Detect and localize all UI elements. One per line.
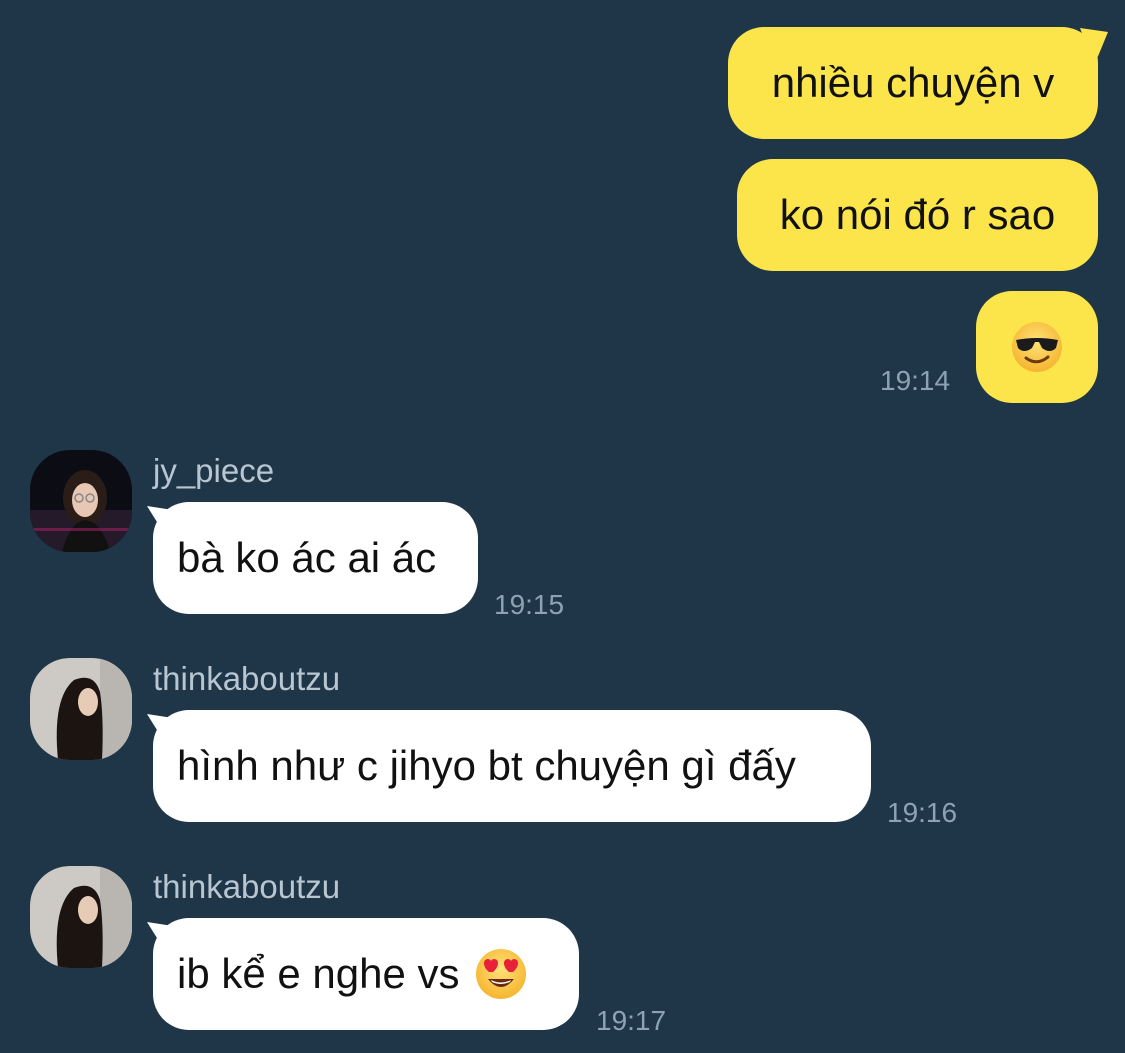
incoming-message[interactable]: bà ko ác ai ác (153, 502, 478, 614)
avatar-photo-icon (30, 450, 132, 552)
incoming-message[interactable]: ib kể e nghe vs (153, 918, 579, 1030)
message-timestamp: 19:15 (494, 589, 565, 620)
user-avatar[interactable] (30, 450, 132, 552)
message-text: ib kể e nghe vs (177, 950, 460, 997)
chat-thread: nhiều chuyện v ko nói đó r sao 19:14 jy_… (0, 0, 1125, 1053)
message-text: hình như c jihyo bt chuyện gì đấy (177, 742, 796, 789)
bubble-tail (1080, 28, 1108, 66)
outgoing-emoji-message[interactable] (976, 291, 1098, 403)
message-text: ko nói đó r sao (779, 191, 1056, 238)
message-timestamp: 19:14 (880, 365, 951, 396)
sender-username: jy_piece (153, 452, 275, 489)
sunglasses-face-emoji-icon (1012, 322, 1062, 372)
avatar-photo-icon (30, 658, 132, 760)
incoming-message[interactable]: hình như c jihyo bt chuyện gì đấy (153, 710, 871, 822)
sender-username: thinkaboutzu (153, 660, 341, 697)
message-timestamp: 19:16 (887, 797, 958, 828)
message-timestamp: 19:17 (596, 1005, 667, 1036)
user-avatar[interactable] (30, 658, 132, 760)
outgoing-message[interactable]: ko nói đó r sao (737, 159, 1098, 271)
user-avatar[interactable] (30, 866, 132, 968)
sender-username: thinkaboutzu (153, 868, 341, 905)
avatar-photo-icon (30, 866, 132, 968)
message-text: bà ko ác ai ác (177, 534, 437, 581)
heart-eyes-emoji-icon (475, 949, 526, 999)
message-text: nhiều chuyện v (771, 59, 1055, 106)
outgoing-message[interactable]: nhiều chuyện v (728, 27, 1098, 139)
